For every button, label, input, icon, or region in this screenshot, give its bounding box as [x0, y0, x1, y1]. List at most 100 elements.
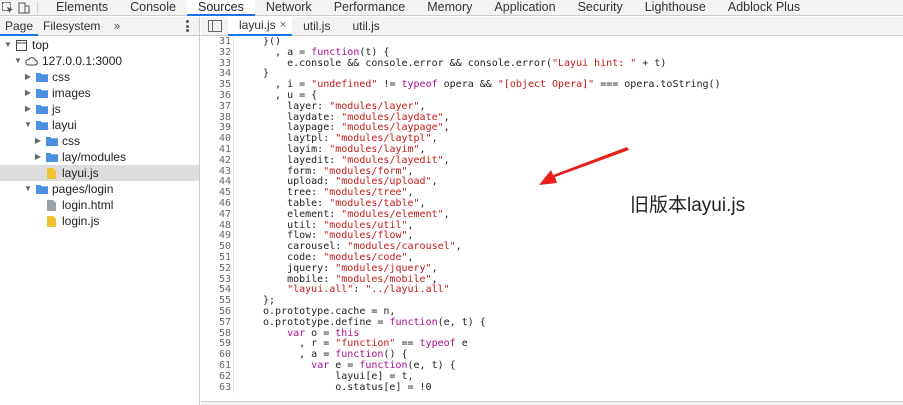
code-view[interactable]: 31}() 32 , a = function(t) {33 e.console … [201, 37, 903, 401]
folder-item[interactable]: ▼ 127.0.0.1:3000 [0, 53, 199, 69]
toolbar-divider [37, 2, 38, 14]
gutter [233, 101, 263, 113]
folder-icon [45, 149, 58, 165]
gutter [233, 80, 263, 91]
tab-page[interactable]: Page [0, 17, 39, 36]
toggle-navigator-icon[interactable] [208, 20, 222, 32]
tree-item-label: lay/modules [62, 150, 127, 164]
tab-filesystem[interactable]: Filesystem [38, 17, 105, 36]
device-toolbar-icon[interactable] [16, 0, 32, 16]
tab-network[interactable]: Network [255, 0, 323, 16]
folder-icon [35, 101, 48, 117]
panel-tabs: Elements Console Sources Network Performance… [45, 0, 811, 16]
tab-adblock-plus[interactable]: Adblock Plus [717, 0, 811, 16]
close-tab-icon[interactable]: × [280, 16, 286, 35]
tab-console[interactable]: Console [119, 0, 187, 16]
more-options-icon[interactable] [186, 20, 189, 32]
tab-performance[interactable]: Performance [323, 0, 417, 16]
gutter [233, 37, 263, 48]
tree-item-label: login.js [62, 214, 100, 228]
js-file-icon [45, 165, 58, 181]
triangle-expanded-icon[interactable]: ▼ [24, 181, 32, 197]
tree-item-label: login.html [62, 198, 114, 212]
line-number[interactable]: 62 [201, 371, 233, 383]
gutter [233, 47, 263, 59]
file-item[interactable]: login.html [0, 197, 199, 213]
code-line: 62 layui[e] = t, [201, 370, 903, 383]
gutter [233, 328, 263, 340]
js-file-icon [45, 213, 58, 229]
triangle-expanded-icon[interactable]: ▼ [24, 117, 32, 133]
frame-icon [15, 37, 28, 53]
line-number[interactable]: 32 [201, 47, 233, 59]
folder-item[interactable]: ▼ top [0, 37, 199, 53]
tree-item-label: layui.js [62, 166, 99, 180]
file-item[interactable]: login.js [0, 213, 199, 229]
folder-item[interactable]: ▶ images [0, 85, 199, 101]
tree-item-label: images [52, 86, 91, 100]
folder-icon [35, 181, 48, 197]
file-tree: ▼ top ▼ 127.0.0.1:3000 ▶ css ▶ images ▶ js ▼ layui ▶… [0, 36, 199, 229]
code-line: 47 element: "modules/element", [201, 209, 903, 221]
folder-icon [35, 69, 48, 85]
folder-item[interactable]: ▶ lay/modules [0, 149, 199, 165]
gutter [233, 58, 263, 70]
code-text: layui[e] = t, [263, 370, 414, 382]
gutter [233, 155, 263, 167]
gutter [233, 306, 263, 318]
triangle-collapsed-icon[interactable]: ▶ [34, 133, 42, 149]
folder-icon [35, 85, 48, 101]
file-item[interactable]: layui.js [0, 165, 199, 181]
folder-item[interactable]: ▼ layui [0, 117, 199, 133]
triangle-collapsed-icon[interactable]: ▶ [24, 85, 32, 101]
file-tab[interactable]: layui.js × [228, 16, 293, 36]
line-number[interactable]: 42 [201, 155, 233, 167]
tab-application[interactable]: Application [483, 0, 566, 16]
triangle-expanded-icon[interactable]: ▼ [4, 37, 12, 53]
tab-lighthouse[interactable]: Lighthouse [634, 0, 717, 16]
folder-item[interactable]: ▼ pages/login [0, 181, 199, 197]
tree-item-label: layui [52, 118, 77, 132]
line-number[interactable]: 57 [201, 317, 233, 329]
triangle-collapsed-icon[interactable]: ▶ [34, 149, 42, 165]
editor-pane: layui.js × util.js util.js 31}() 32 , a = fu… [201, 16, 903, 405]
tab-elements[interactable]: Elements [45, 0, 119, 16]
editor-tabbar: layui.js × util.js util.js [201, 16, 903, 36]
annotation-text: 旧版本layui.js [630, 195, 746, 216]
gutter [233, 134, 263, 145]
tree-item-label: css [52, 70, 70, 84]
gutter [233, 350, 263, 361]
line-number[interactable]: 37 [201, 101, 233, 113]
gutter [233, 209, 263, 221]
cloud-icon [25, 53, 38, 69]
inspect-element-icon[interactable] [0, 0, 16, 16]
code-text: "layui.all": "../layui.all" [287, 284, 450, 296]
line-number[interactable]: 52 [201, 263, 233, 275]
file-tab-label: util.js [303, 18, 331, 33]
tab-security[interactable]: Security [567, 0, 634, 16]
folder-item[interactable]: ▶ js [0, 101, 199, 117]
more-tabs-button[interactable]: » [113, 19, 120, 33]
tab-memory[interactable]: Memory [416, 0, 483, 16]
code-line: 37 layer: "modules/layer", [201, 101, 903, 113]
triangle-collapsed-icon[interactable]: ▶ [24, 69, 32, 85]
gutter [233, 231, 263, 243]
file-tab[interactable]: util.js [341, 17, 390, 36]
gutter [233, 112, 263, 124]
gutter [233, 371, 263, 383]
code-text: , i = "undefined" != typeof opera && "[o… [263, 79, 721, 91]
gutter [233, 317, 263, 329]
gutter [233, 144, 263, 156]
gutter [233, 69, 263, 81]
folder-item[interactable]: ▶ css [0, 69, 199, 85]
folder-item[interactable]: ▶ css [0, 133, 199, 149]
line-number[interactable]: 47 [201, 209, 233, 221]
tab-sources[interactable]: Sources [186, 0, 255, 16]
triangle-collapsed-icon[interactable]: ▶ [24, 101, 32, 117]
triangle-expanded-icon[interactable]: ▼ [14, 53, 22, 69]
devtools-tabbar: Elements Console Sources Network Performance… [0, 0, 903, 16]
file-tab[interactable]: util.js [292, 17, 341, 36]
navigator-tabbar: Page Filesystem » [0, 17, 199, 36]
line-number[interactable]: 63 [201, 382, 233, 394]
